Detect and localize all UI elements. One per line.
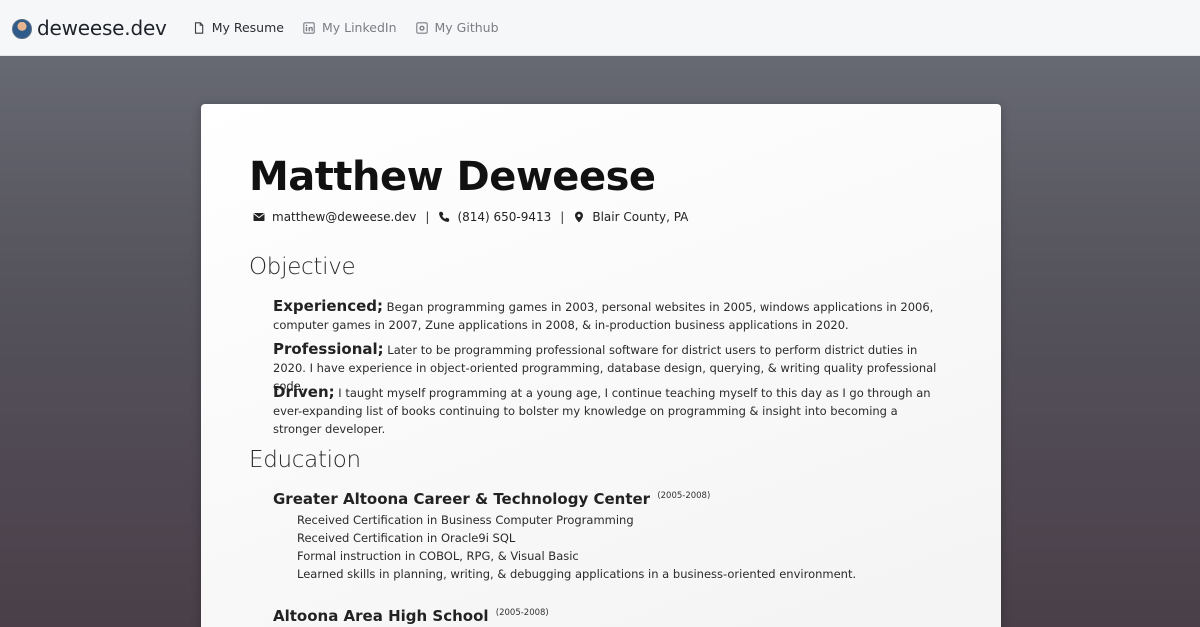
avatar bbox=[12, 18, 32, 39]
objective-lead: Driven; bbox=[273, 383, 335, 401]
objective-item: Experienced; Began programming games in … bbox=[273, 297, 943, 334]
nav-link-linkedin[interactable]: My LinkedIn bbox=[303, 20, 397, 35]
resume-name: Matthew Deweese bbox=[249, 154, 656, 200]
school-name: Greater Altoona Career & Technology Cent… bbox=[273, 490, 710, 508]
linkedin-icon bbox=[303, 21, 315, 34]
objective-lead: Professional; bbox=[273, 340, 384, 358]
map-marker-icon bbox=[573, 211, 585, 223]
resume-card: Matthew Deweese matthew@deweese.dev | (8… bbox=[201, 104, 1001, 627]
education-detail-item: Learned skills in planning, writing, & d… bbox=[297, 567, 857, 581]
objective-item: Driven; I taught myself programming at a… bbox=[273, 383, 943, 438]
phone-icon bbox=[438, 211, 450, 223]
document-icon bbox=[193, 21, 205, 34]
section-title-education: Education bbox=[249, 447, 361, 473]
school-years: (2005-2008) bbox=[657, 491, 711, 501]
school-years: (2005-2008) bbox=[495, 608, 549, 618]
nav-link-label: My Resume bbox=[211, 20, 284, 35]
section-title-objective: Objective bbox=[249, 254, 356, 280]
nav-link-resume[interactable]: My Resume bbox=[193, 20, 284, 35]
education-detail-item: Received Certification in Oracle9i SQL bbox=[297, 531, 516, 545]
contact-line: matthew@deweese.dev | (814) 650-9413 | B… bbox=[253, 210, 688, 224]
contact-separator: | bbox=[560, 210, 565, 224]
navbar: deweese.dev My Resume My LinkedIn My Git… bbox=[0, 0, 1200, 56]
contact-phone[interactable]: (814) 650-9413 bbox=[457, 210, 551, 224]
school-title: Altoona Area High School bbox=[273, 607, 489, 625]
contact-location: Blair County, PA bbox=[592, 210, 689, 224]
nav-links: My Resume My LinkedIn My Github bbox=[193, 20, 518, 35]
brand-link[interactable]: deweese.dev bbox=[12, 0, 167, 56]
objective-text: I taught myself programming at a young a… bbox=[273, 386, 931, 436]
nav-link-github[interactable]: My Github bbox=[415, 20, 499, 35]
school-name: Altoona Area High School (2005-2008) bbox=[273, 607, 549, 625]
brand-text: deweese.dev bbox=[37, 15, 167, 40]
objective-lead: Experienced; bbox=[273, 297, 384, 315]
nav-link-label: My Github bbox=[434, 20, 499, 35]
school-title: Greater Altoona Career & Technology Cent… bbox=[273, 490, 651, 508]
education-detail-item: Formal instruction in COBOL, RPG, & Visu… bbox=[297, 549, 579, 563]
education-detail-item: Received Certification in Business Compu… bbox=[297, 513, 634, 527]
contact-email[interactable]: matthew@deweese.dev bbox=[272, 210, 416, 224]
nav-link-label: My LinkedIn bbox=[321, 20, 397, 35]
contact-separator: | bbox=[425, 210, 430, 224]
education-details: Received Certification in Business Compu… bbox=[297, 511, 856, 583]
envelope-icon bbox=[253, 211, 265, 223]
github-icon bbox=[415, 21, 428, 34]
